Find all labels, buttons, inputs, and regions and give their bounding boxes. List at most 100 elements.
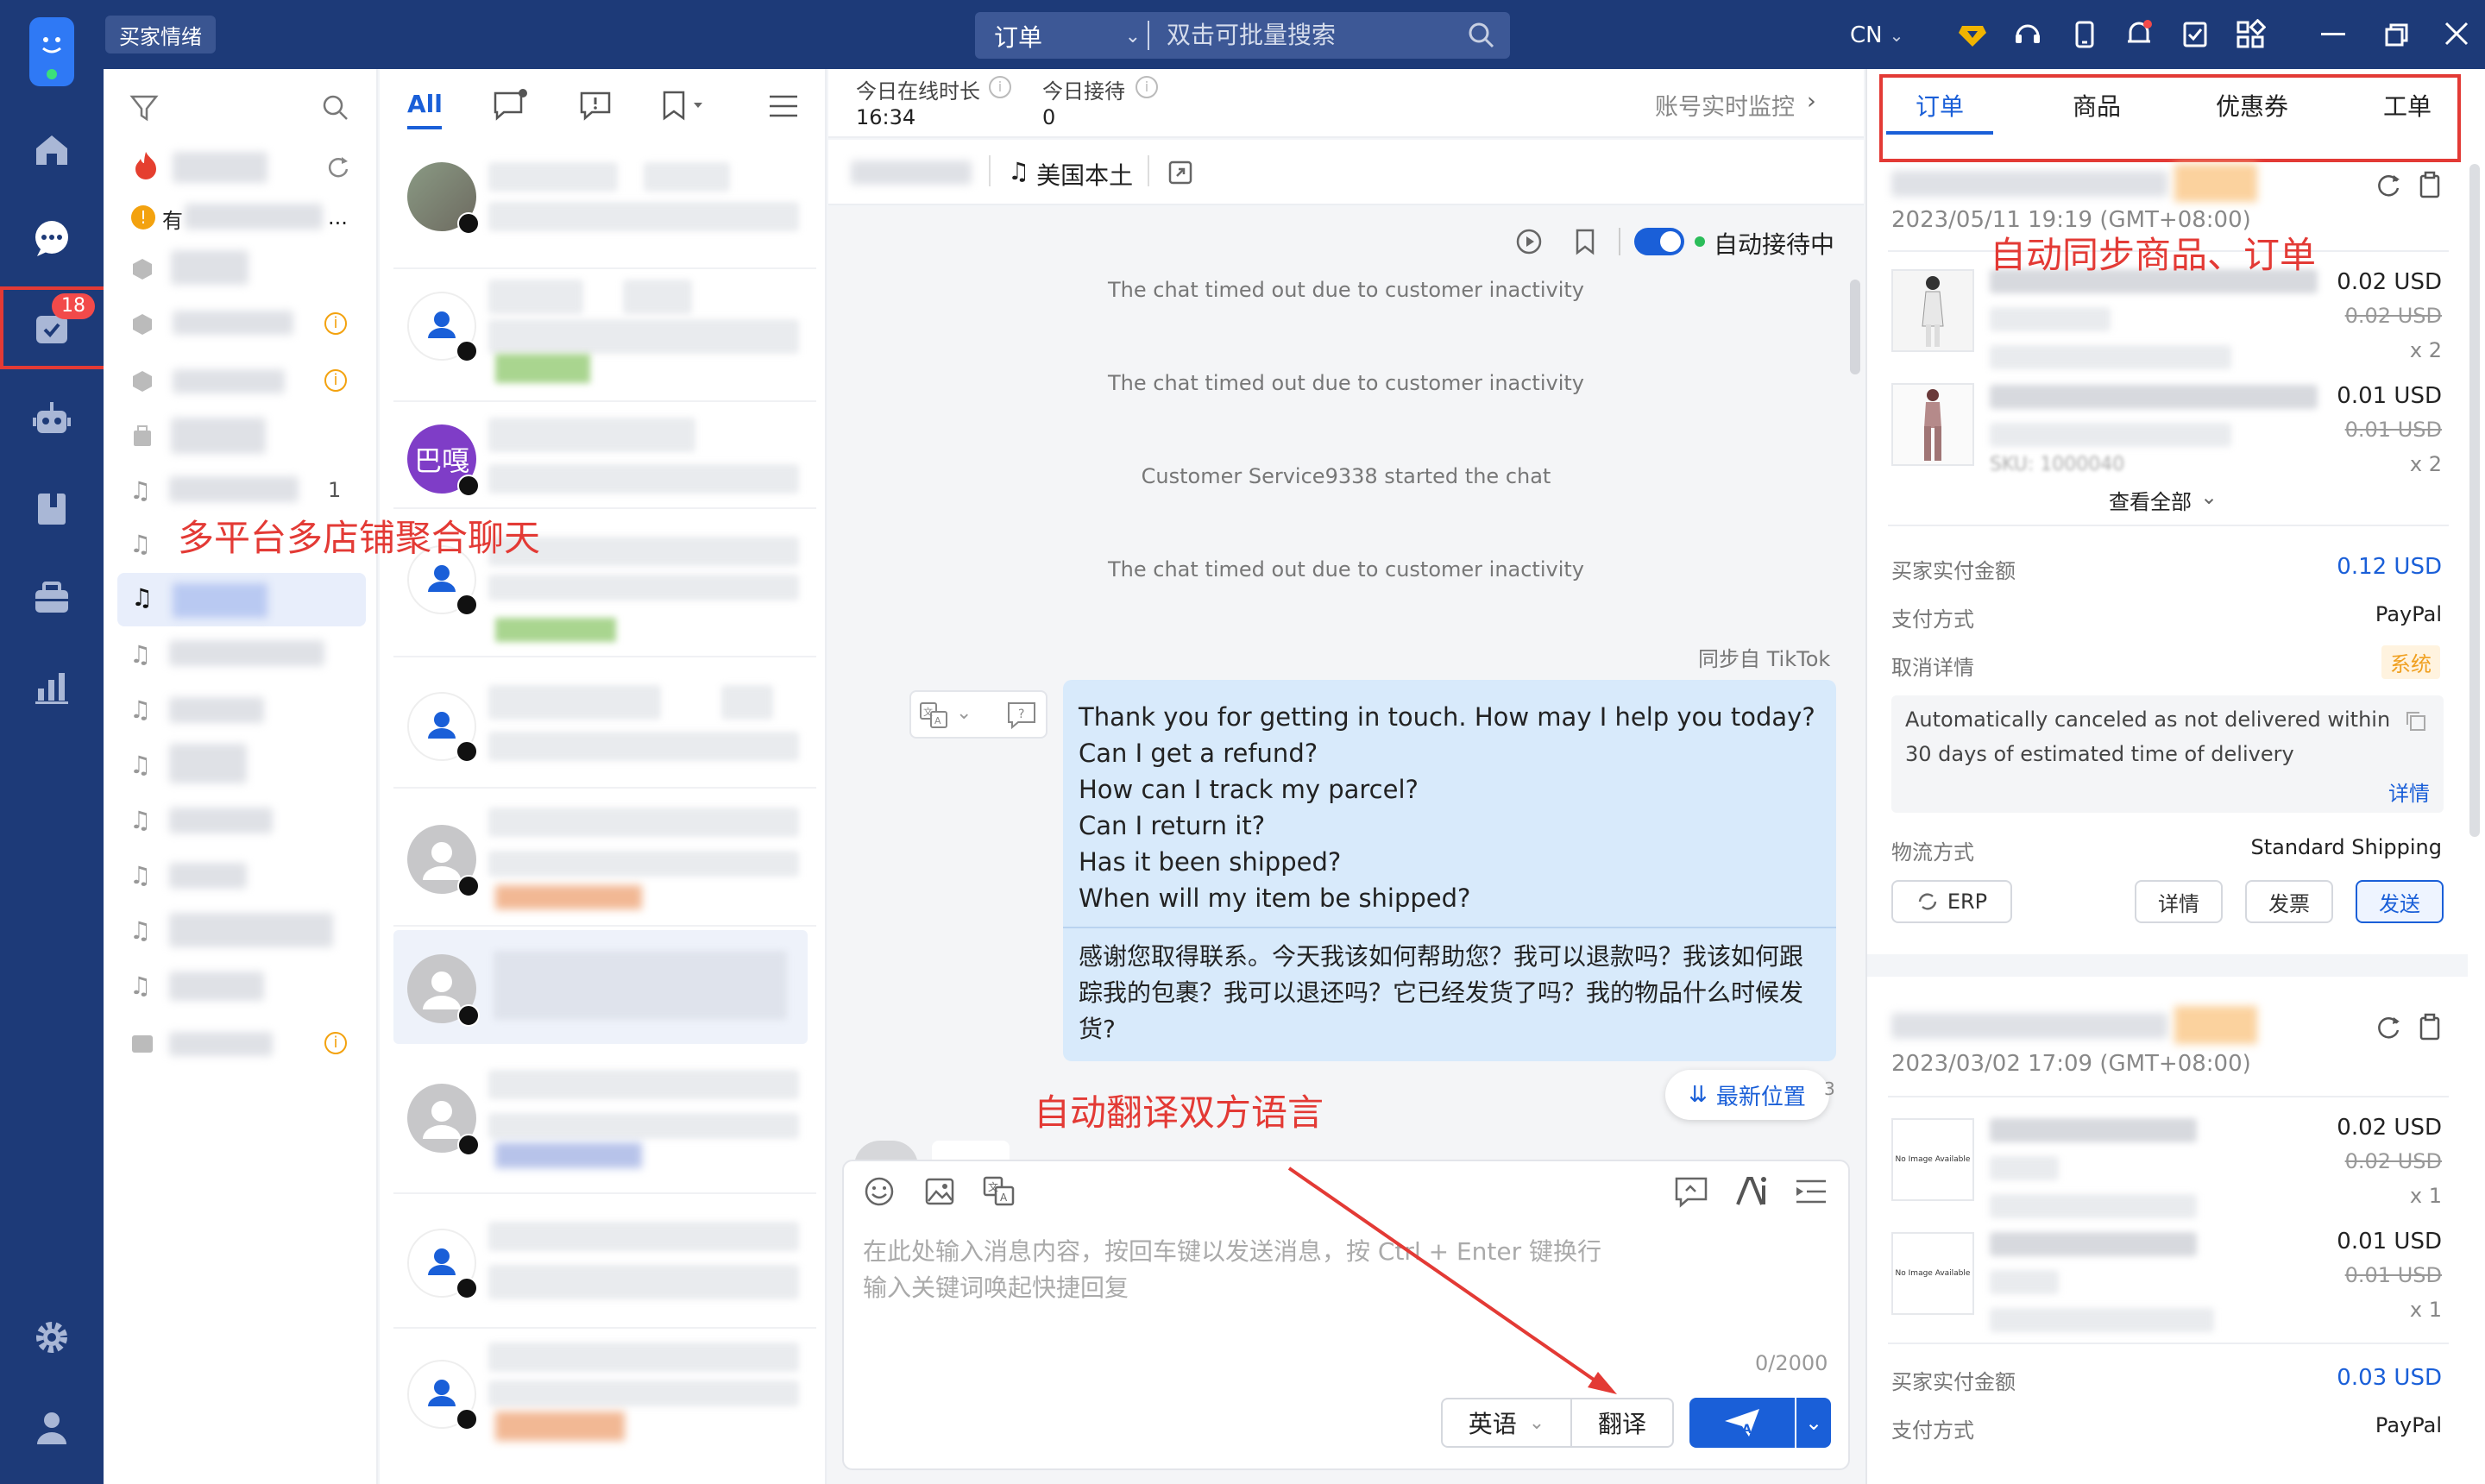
chat-row[interactable] bbox=[393, 790, 816, 927]
chat-row-selected[interactable] bbox=[393, 930, 808, 1044]
store-row[interactable]: i bbox=[129, 302, 354, 345]
cancel-detail-link[interactable]: 详情 bbox=[2388, 777, 2430, 807]
menu-icon[interactable] bbox=[768, 93, 799, 119]
store-row[interactable]: ♫ bbox=[129, 799, 354, 842]
account-monitor-link[interactable]: 账号实时监控 › bbox=[1655, 88, 1816, 122]
restore-icon[interactable] bbox=[2383, 22, 2409, 48]
send-button[interactable]: A bbox=[1689, 1398, 1795, 1448]
store-row[interactable]: ♫ bbox=[129, 744, 354, 787]
chat-row[interactable] bbox=[393, 659, 816, 789]
mobile-icon[interactable] bbox=[2069, 19, 2100, 50]
product-thumbnail: No Image Available bbox=[1891, 1118, 1974, 1201]
translate-icon[interactable]: 文A bbox=[918, 701, 949, 730]
message-en-line: Can I get a refund? bbox=[1079, 739, 1318, 768]
order-detail-button[interactable]: 详情 bbox=[2135, 880, 2223, 923]
chat-row[interactable] bbox=[393, 1199, 816, 1329]
store-row[interactable]: ♫ bbox=[129, 909, 354, 953]
panel-scrollbar[interactable] bbox=[2469, 164, 2480, 837]
store-row-selected[interactable]: ♫ bbox=[117, 573, 366, 626]
ai-assistant-icon[interactable] bbox=[1734, 1175, 1771, 1208]
quick-reply-icon[interactable] bbox=[1674, 1175, 1708, 1208]
tiktok-icon: ♫ bbox=[129, 751, 152, 779]
product-sku-blur bbox=[1990, 1308, 2214, 1332]
erp-button[interactable]: ERP bbox=[1891, 880, 2012, 923]
send-order-button[interactable]: 发送 bbox=[2356, 880, 2444, 923]
send-options-icon[interactable] bbox=[1795, 1177, 1828, 1206]
chat-row[interactable] bbox=[393, 1049, 816, 1194]
target-language-select[interactable]: 英语 ⌄ bbox=[1441, 1398, 1572, 1448]
store-row[interactable]: ♫ bbox=[129, 965, 354, 1008]
apps-grid-icon[interactable] bbox=[2235, 19, 2266, 50]
store-row[interactable] bbox=[129, 247, 354, 290]
bookmark-filter-icon[interactable] bbox=[661, 90, 709, 121]
refresh-order-icon[interactable] bbox=[2375, 1013, 2402, 1041]
store-row-blur bbox=[173, 152, 267, 183]
chat-row[interactable] bbox=[393, 271, 816, 402]
refresh-order-icon[interactable] bbox=[2375, 171, 2402, 198]
message-en-line: Can I return it? bbox=[1079, 811, 1266, 840]
bell-icon[interactable] bbox=[2123, 17, 2155, 50]
search-icon[interactable] bbox=[1467, 21, 1496, 50]
store-row[interactable]: i bbox=[129, 359, 354, 402]
chat-nav-icon[interactable] bbox=[26, 212, 78, 264]
user-profile-icon[interactable] bbox=[26, 1401, 78, 1453]
order-id-blur bbox=[1891, 1013, 2167, 1039]
svg-text:A: A bbox=[934, 715, 941, 726]
avatar bbox=[407, 162, 480, 235]
play-icon[interactable] bbox=[1515, 228, 1543, 255]
robot-icon[interactable] bbox=[26, 393, 78, 445]
store-row[interactable] bbox=[129, 414, 354, 457]
search-input[interactable]: 双击可批量搜索 bbox=[1167, 17, 1460, 53]
copy-order-icon[interactable] bbox=[2416, 1013, 2444, 1041]
analytics-icon[interactable] bbox=[26, 661, 78, 713]
toolbox-icon[interactable] bbox=[26, 573, 78, 625]
message-translation: 感谢您取得联系。今天我该如何帮助您？我可以退款吗？我该如何跟踪我的包裹？我可以退… bbox=[1079, 942, 1804, 1043]
system-message: The chat timed out due to customer inact… bbox=[1108, 278, 1584, 302]
store-search-icon[interactable] bbox=[321, 93, 350, 123]
view-all-button[interactable]: 查看全部 ⌄ bbox=[2109, 485, 2218, 515]
emoji-icon[interactable] bbox=[863, 1175, 896, 1208]
store-row[interactable]: ♫ bbox=[129, 854, 354, 897]
translate-toggle-icon[interactable]: 文A bbox=[982, 1175, 1016, 1208]
store-row[interactable]: ♫ 1 bbox=[129, 469, 354, 512]
scrollbar[interactable] bbox=[1850, 280, 1860, 374]
filter-icon[interactable] bbox=[129, 93, 159, 123]
auto-reception-toggle[interactable] bbox=[1634, 228, 1684, 255]
copy-icon[interactable] bbox=[2404, 709, 2428, 733]
store-row[interactable]: ♫ bbox=[129, 689, 354, 732]
translate-button[interactable]: 翻译 bbox=[1570, 1398, 1674, 1448]
settings-icon[interactable] bbox=[26, 1311, 78, 1363]
invoice-button[interactable]: 发票 bbox=[2245, 880, 2333, 923]
buyer-mood-tag[interactable]: 买家情绪 bbox=[105, 16, 216, 53]
store-row[interactable]: i bbox=[129, 1022, 354, 1065]
send-options-dropdown[interactable]: ⌄ bbox=[1796, 1398, 1831, 1448]
close-icon[interactable] bbox=[2444, 21, 2469, 47]
book-icon[interactable] bbox=[26, 483, 78, 535]
language-selector[interactable]: CN ⌄ bbox=[1850, 19, 1919, 52]
unread-chat-icon[interactable] bbox=[492, 88, 530, 123]
bookmark-icon[interactable] bbox=[1572, 228, 1598, 255]
headset-icon[interactable] bbox=[2012, 19, 2043, 50]
image-icon[interactable] bbox=[923, 1175, 956, 1208]
chat-row[interactable] bbox=[393, 145, 816, 269]
vip-diamond-icon[interactable] bbox=[1957, 19, 1988, 50]
annotation-multi-platform: 多平台多店铺聚合聊天 bbox=[178, 517, 541, 559]
store-row[interactable]: ♫ bbox=[129, 633, 354, 676]
tab-all[interactable]: All bbox=[407, 90, 443, 118]
quote-reply-icon[interactable]: ? bbox=[1006, 701, 1037, 730]
product-title-blur bbox=[1990, 385, 2318, 409]
item-sku: SKU: 1000040 bbox=[1990, 454, 2125, 475]
refresh-icon[interactable] bbox=[324, 154, 350, 179]
latest-position-button[interactable]: ⇊ 最新位置 bbox=[1665, 1070, 1829, 1120]
home-icon[interactable] bbox=[26, 124, 78, 176]
search-scope-select[interactable]: 订单 ⌄ bbox=[994, 19, 1141, 53]
chat-row[interactable]: 巴嘎 bbox=[393, 404, 816, 509]
divider bbox=[1148, 155, 1149, 186]
chevron-down-icon[interactable]: ⌄ bbox=[956, 702, 972, 724]
share-icon[interactable] bbox=[1167, 159, 1194, 186]
copy-order-icon[interactable] bbox=[2416, 171, 2444, 198]
chat-row[interactable] bbox=[393, 1334, 816, 1455]
checklist-icon[interactable] bbox=[2180, 19, 2211, 50]
minimize-icon[interactable] bbox=[2321, 33, 2345, 35]
flagged-chat-icon[interactable] bbox=[578, 88, 613, 123]
